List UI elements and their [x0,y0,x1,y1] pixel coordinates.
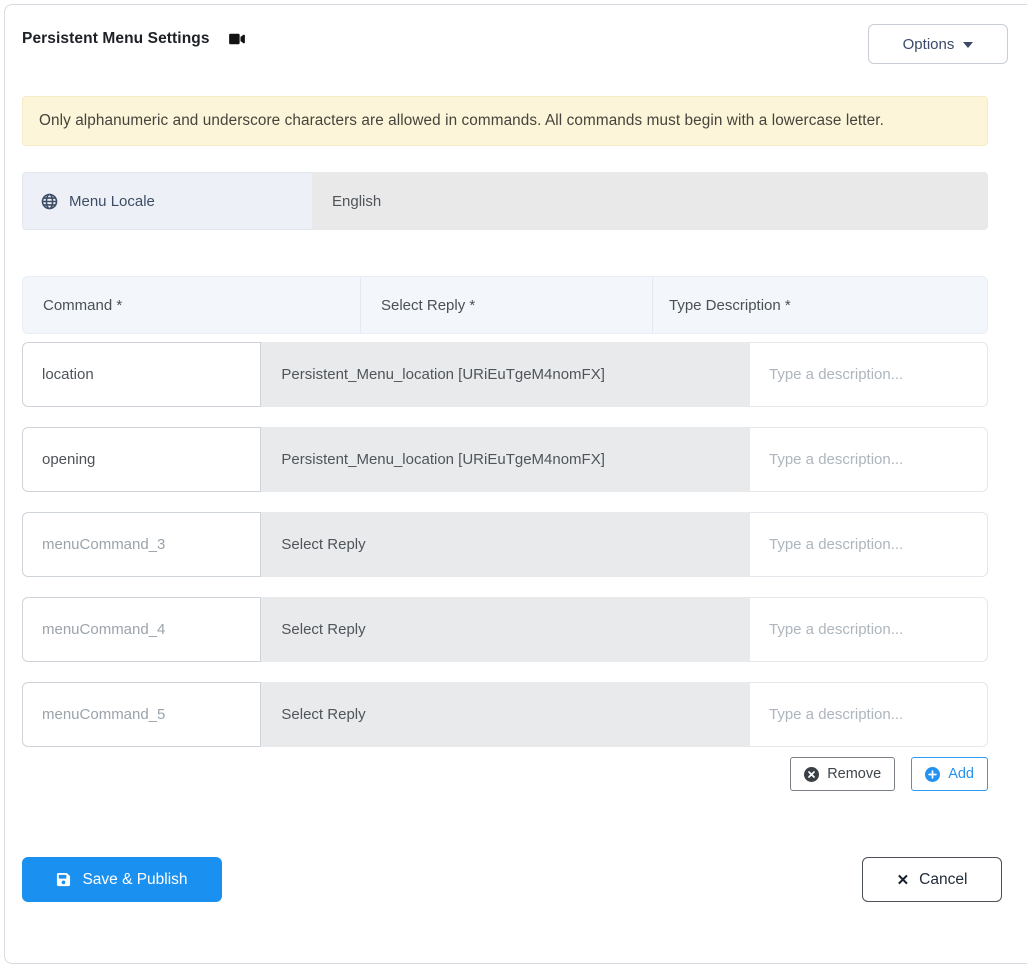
description-input[interactable] [750,512,988,577]
page-title: Persistent Menu Settings [22,30,210,47]
description-input[interactable] [750,597,988,662]
column-header-type-description: Type Description * [652,277,987,333]
save-publish-label: Save & Publish [82,870,188,888]
remove-button-label: Remove [827,766,882,782]
command-row: Select Reply [22,512,988,577]
add-button-label: Add [948,766,974,782]
select-reply-dropdown[interactable]: Select Reply [261,597,750,662]
floppy-disk-icon [56,872,71,887]
select-reply-value: Select Reply [281,536,366,553]
menu-locale-label: Menu Locale [22,172,312,230]
description-input[interactable] [750,342,988,407]
command-row: Select Reply [22,682,988,747]
select-reply-value: Persistent_Menu_location [URiEuTgeM4nomF… [281,366,605,383]
column-header-command: Command * [43,296,123,314]
add-button[interactable]: Add [911,757,988,791]
table-header: Command * Select Reply * Type Descriptio… [22,276,988,334]
command-row: Select Reply [22,597,988,662]
command-input[interactable] [22,427,262,492]
select-reply-dropdown[interactable]: Persistent_Menu_location [URiEuTgeM4nomF… [261,342,750,407]
row-actions: Remove Add [790,757,988,791]
video-camera-icon [228,32,246,46]
menu-locale-row: Menu Locale English [22,172,988,230]
command-row: Persistent_Menu_location [URiEuTgeM4nomF… [22,427,988,492]
warning-banner: Only alphanumeric and underscore charact… [22,96,988,146]
warning-banner-text: Only alphanumeric and underscore charact… [39,112,884,129]
command-input[interactable] [22,342,262,407]
select-reply-dropdown[interactable]: Select Reply [261,682,750,747]
persistent-menu-settings-panel: Persistent Menu Settings Options Only al… [0,0,1027,964]
globe-icon [41,193,58,210]
command-input[interactable] [22,512,262,577]
command-rows: Persistent_Menu_location [URiEuTgeM4nomF… [22,342,988,767]
command-input[interactable] [22,597,262,662]
x-circle-icon [804,766,820,782]
options-button-label: Options [902,35,955,53]
select-reply-value: Select Reply [281,706,366,723]
chevron-down-icon [963,42,974,48]
column-header-select-reply: Select Reply * [360,277,652,333]
cancel-button-label: Cancel [919,870,968,888]
x-icon: ✕ [896,871,910,889]
select-reply-value: Persistent_Menu_location [URiEuTgeM4nomF… [281,451,605,468]
remove-button[interactable]: Remove [790,757,896,791]
select-reply-dropdown[interactable]: Select Reply [261,512,750,577]
panel-header: Persistent Menu Settings [22,30,246,48]
plus-circle-icon [925,766,941,782]
description-input[interactable] [750,427,988,492]
command-row: Persistent_Menu_location [URiEuTgeM4nomF… [22,342,988,407]
menu-locale-value-text: English [332,192,382,210]
menu-locale-label-text: Menu Locale [69,192,155,210]
command-input[interactable] [22,682,262,747]
cancel-button[interactable]: ✕ Cancel [862,857,1002,902]
select-reply-dropdown[interactable]: Persistent_Menu_location [URiEuTgeM4nomF… [261,427,750,492]
save-publish-button[interactable]: Save & Publish [22,857,222,902]
select-reply-value: Select Reply [281,621,366,638]
menu-locale-value-field: English [312,172,988,230]
options-button[interactable]: Options [868,24,1008,64]
description-input[interactable] [750,682,988,747]
